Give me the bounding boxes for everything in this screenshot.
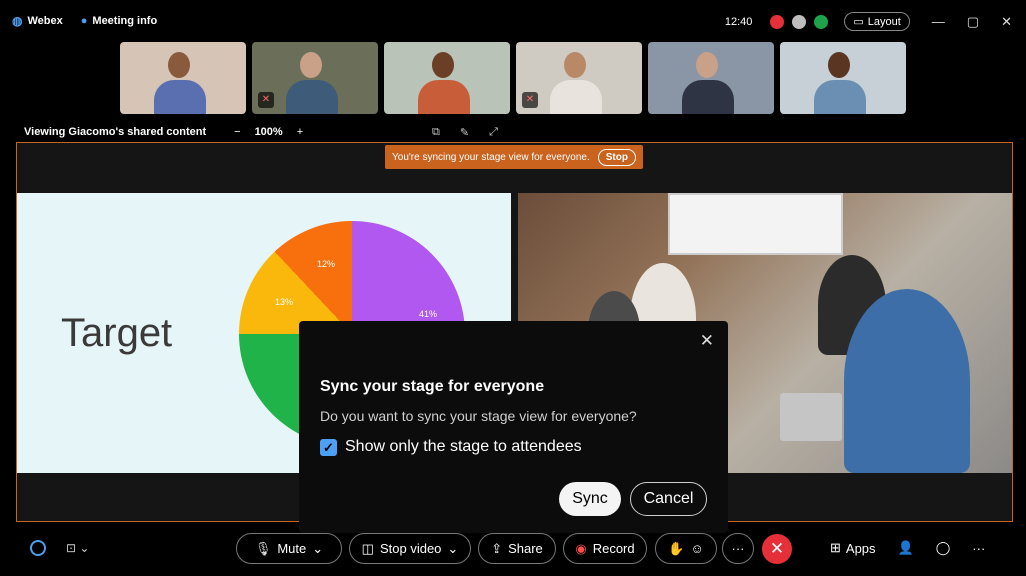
record-icon: ◉ xyxy=(575,540,587,556)
mic-muted-icon: ✕ xyxy=(258,92,274,108)
more-icon: ··· xyxy=(731,541,745,556)
annotate-icon[interactable]: ✎ xyxy=(460,126,469,139)
layout-icon: ▭ xyxy=(853,16,864,28)
more-icon[interactable]: ··· xyxy=(972,541,985,556)
shared-content-bar: Viewing Giacomo's shared content − 100% … xyxy=(24,124,1004,140)
meeting-info-label: Meeting info xyxy=(92,15,158,27)
participant-video[interactable]: ✕ xyxy=(252,42,378,114)
dialog-title: Sync your stage for everyone xyxy=(320,378,545,395)
layout-label: Layout xyxy=(867,15,901,28)
content-tools: ⧉ ✎ ⤢ xyxy=(432,126,498,139)
minimize-icon[interactable]: — xyxy=(932,14,945,29)
network-icon[interactable] xyxy=(814,14,829,29)
camera-icon: ◫ xyxy=(361,540,374,556)
lock-icon[interactable] xyxy=(792,14,807,29)
mute-button[interactable]: 🎙 Mute ⌄ xyxy=(236,533,342,564)
webex-app-menu[interactable]: ◍ Webex xyxy=(12,14,63,28)
slide-title: Target xyxy=(61,311,173,355)
meeting-controls: ⊡ ⌄ 🎙 Mute ⌄ ◫ Stop video ⌄ ⇪ Share ◉ Re… xyxy=(0,530,1026,570)
reactions-icon[interactable]: ☺ xyxy=(690,541,703,556)
participants-icon[interactable]: 👤 xyxy=(898,540,914,556)
webex-assistant-icon[interactable] xyxy=(30,540,46,556)
checkbox-checked-icon[interactable]: ✓ xyxy=(320,438,337,456)
pie-label-13: 13% xyxy=(275,297,294,307)
participant-face xyxy=(168,52,190,78)
close-icon[interactable]: ✕ xyxy=(700,331,714,351)
laptop xyxy=(780,393,842,441)
webex-logo-icon: ◍ xyxy=(12,14,23,28)
participant-figure xyxy=(286,80,338,114)
participant-video[interactable] xyxy=(780,42,906,114)
participant-face xyxy=(564,52,586,78)
stop-sync-button[interactable]: Stop xyxy=(597,148,636,166)
meeting-info-icon: ● xyxy=(80,15,88,27)
pie-label-12: 12% xyxy=(317,259,336,269)
recording-icon[interactable] xyxy=(770,14,785,29)
participant-strip: ✕ ✕ xyxy=(120,42,906,114)
participant-figure xyxy=(550,80,602,114)
chat-icon[interactable]: ◯ xyxy=(936,540,951,556)
mute-label: Mute xyxy=(277,541,307,556)
reactions-group: ✋ ☺ xyxy=(655,533,717,564)
stop-video-button[interactable]: ◫ Stop video ⌄ xyxy=(349,533,471,564)
app-name: Webex xyxy=(27,15,63,27)
participant-face xyxy=(828,52,850,78)
fullscreen-icon[interactable]: ⤢ xyxy=(489,126,498,139)
sync-banner: You're syncing your stage view for every… xyxy=(385,145,643,169)
sync-stage-dialog: ✕ Sync your stage for everyone Do you wa… xyxy=(299,321,728,533)
pop-out-icon[interactable]: ⧉ xyxy=(432,126,440,139)
sync-banner-text: You're syncing your stage view for every… xyxy=(392,151,590,163)
cancel-button[interactable]: Cancel xyxy=(630,482,707,516)
more-options-button[interactable]: ··· xyxy=(722,533,754,564)
participant-video[interactable] xyxy=(120,42,246,114)
layout-button[interactable]: ▭ Layout xyxy=(844,12,910,31)
sync-button[interactable]: Sync xyxy=(559,482,621,516)
microphone-icon: 🎙 xyxy=(254,540,272,556)
zoom-controls: − 100% + xyxy=(234,126,303,138)
title-bar: ◍ Webex ● Meeting info 12:40 ▭ Layout — … xyxy=(0,0,1026,44)
participant-video[interactable]: ✕ xyxy=(516,42,642,114)
record-button[interactable]: ◉ Record xyxy=(563,533,647,564)
participant-video[interactable] xyxy=(384,42,510,114)
meeting-info-button[interactable]: ● Meeting info xyxy=(81,15,157,27)
share-label: Share xyxy=(508,541,543,556)
apps-label: Apps xyxy=(845,540,876,556)
checkbox-label: Show only the stage to attendees xyxy=(345,438,582,455)
apps-button[interactable]: ⊞ Apps xyxy=(830,540,876,556)
mic-muted-icon: ✕ xyxy=(522,92,538,108)
participant-face xyxy=(300,52,322,78)
participant-video[interactable] xyxy=(648,42,774,114)
participant-figure xyxy=(682,80,734,114)
pie-label-41: 41% xyxy=(419,309,438,319)
clock: 12:40 xyxy=(724,15,753,28)
zoom-level: 100% xyxy=(254,126,283,138)
close-icon: ✕ xyxy=(769,539,785,558)
apps-icon: ⊞ xyxy=(830,540,841,555)
chevron-down-icon[interactable]: ⌄ xyxy=(447,541,458,557)
participant-figure xyxy=(154,80,206,114)
record-label: Record xyxy=(592,541,635,556)
share-button[interactable]: ⇪ Share xyxy=(478,533,556,564)
captions-icon[interactable]: ⊡ ⌄ xyxy=(66,541,89,555)
dialog-message: Do you want to sync your stage view for … xyxy=(320,408,637,424)
end-meeting-button[interactable]: ✕ xyxy=(762,534,792,564)
raise-hand-icon[interactable]: ✋ xyxy=(668,541,684,557)
zoom-in-button[interactable]: + xyxy=(297,126,303,138)
stop-video-label: Stop video xyxy=(379,541,442,556)
participant-face xyxy=(696,52,718,78)
viewing-label: Viewing Giacomo's shared content xyxy=(24,126,207,138)
close-window-icon[interactable]: ✕ xyxy=(1001,14,1012,30)
zoom-out-button[interactable]: − xyxy=(234,126,240,138)
participant-face xyxy=(432,52,454,78)
chevron-down-icon[interactable]: ⌄ xyxy=(312,541,323,557)
whiteboard-screen xyxy=(668,193,843,255)
participant-figure xyxy=(814,80,866,114)
maximize-icon[interactable]: ▢ xyxy=(967,14,979,30)
share-icon: ⇪ xyxy=(491,540,503,556)
participant-figure xyxy=(418,80,470,114)
show-stage-checkbox[interactable]: ✓ Show only the stage to attendees xyxy=(320,438,582,456)
room-participant xyxy=(844,289,970,473)
